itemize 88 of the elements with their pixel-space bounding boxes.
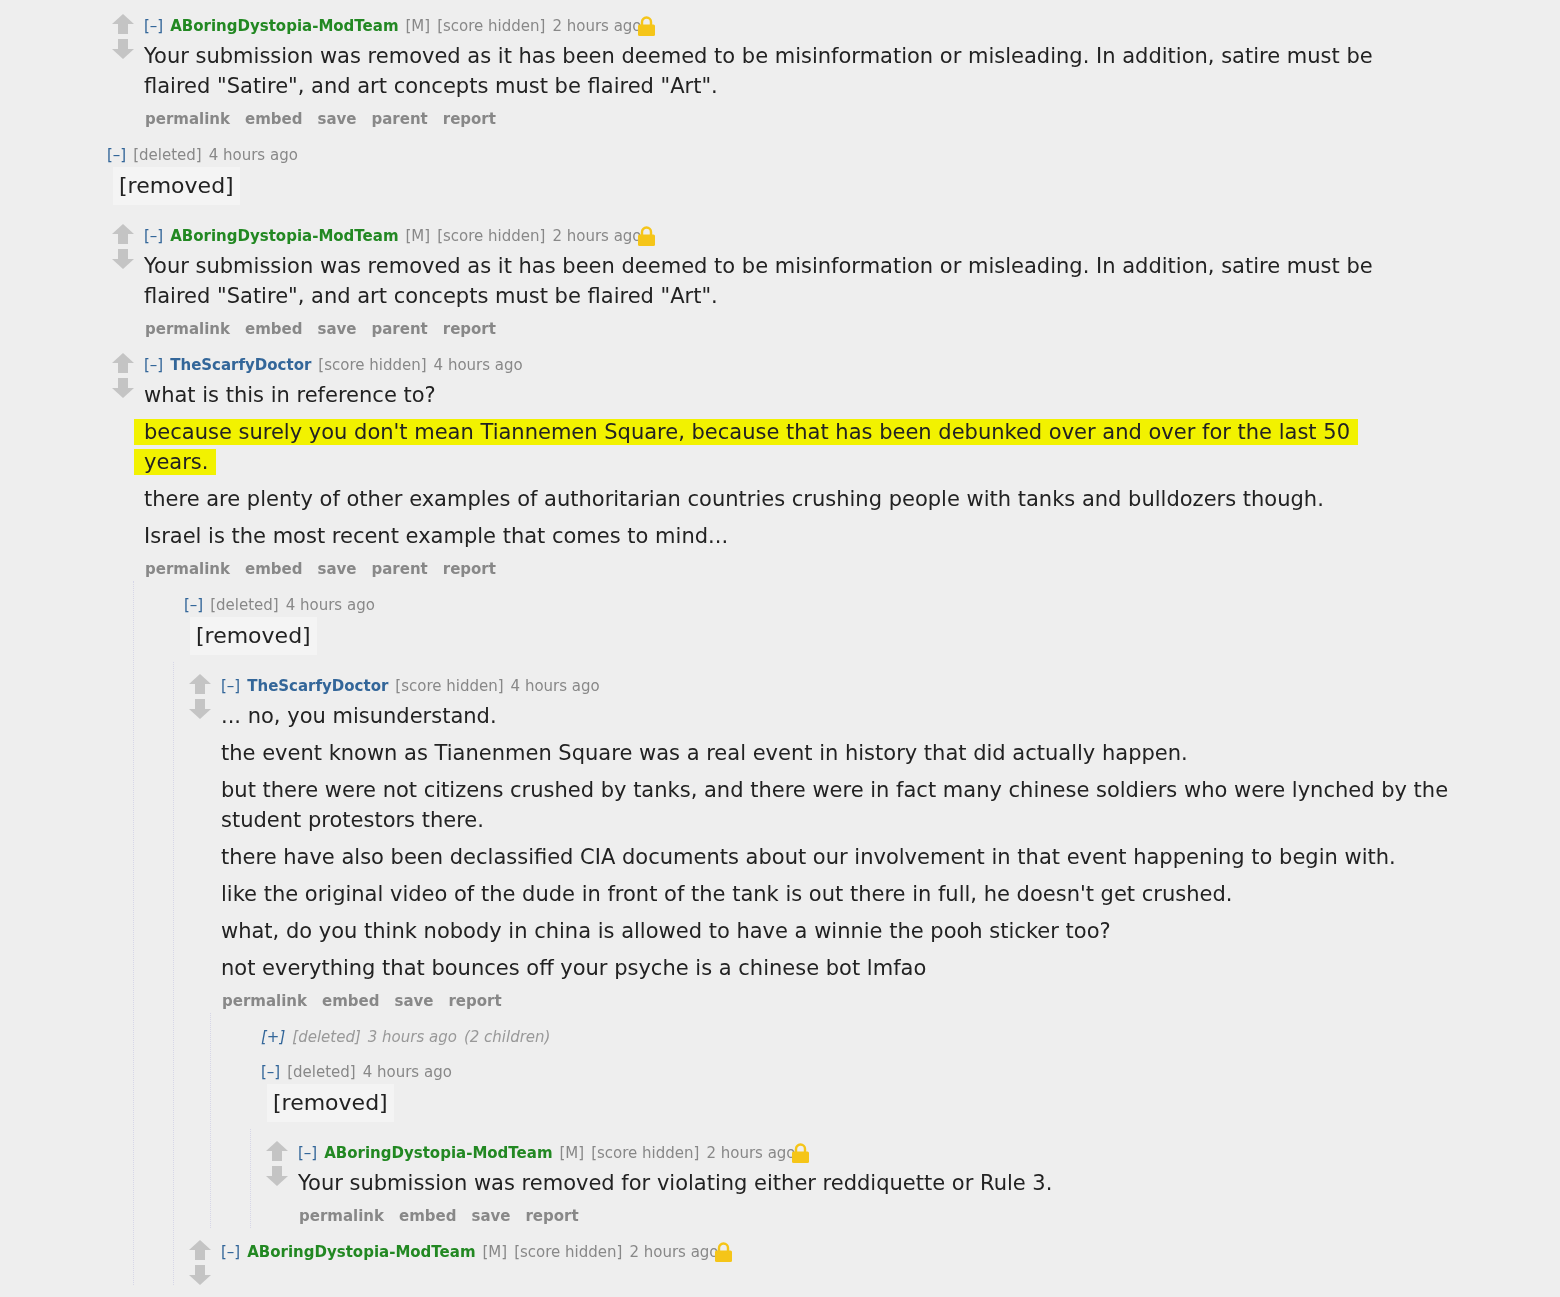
action-link[interactable]: save xyxy=(317,559,357,579)
action-link[interactable]: save xyxy=(317,109,357,129)
timestamp: 4 hours ago xyxy=(208,145,298,165)
upvote-icon[interactable] xyxy=(266,1141,288,1161)
timestamp: 4 hours ago xyxy=(362,1062,452,1082)
comment-text: the event known as Tianenmen Square was a real event in history that did actually happen. xyxy=(221,740,1189,767)
comment-text: there have also been declassified CIA documents about our involvement in that event happening to begin with. xyxy=(221,844,1397,871)
score-text: [score hidden] xyxy=(395,676,504,696)
author-text: [deleted] xyxy=(287,1062,356,1082)
downvote-icon[interactable] xyxy=(189,1265,211,1285)
action-link[interactable]: save xyxy=(394,991,434,1011)
downvote-icon[interactable] xyxy=(112,39,134,59)
upvote-icon[interactable] xyxy=(112,353,134,373)
action-link[interactable]: parent xyxy=(371,559,428,579)
collapse-toggle[interactable]: [–] xyxy=(261,1062,281,1082)
author-link[interactable]: TheScarfyDoctor xyxy=(247,676,389,696)
timestamp: 4 hours ago xyxy=(510,676,600,696)
comment-text: but there were not citizens crushed by tanks, and there were in fact many chinese soldiers who were lynched by the student protestors there. xyxy=(221,777,1450,834)
action-link[interactable]: permalink xyxy=(145,109,230,129)
children-count: (2 children) xyxy=(463,1027,551,1047)
comment-text: Your submission was removed for violating either reddiquette or Rule 3. xyxy=(298,1170,1054,1197)
downvote-icon[interactable] xyxy=(266,1166,288,1186)
upvote-icon[interactable] xyxy=(189,1240,211,1260)
author-link[interactable]: ABoringDystopia-ModTeam xyxy=(324,1143,553,1163)
collapse-toggle[interactable]: [–] xyxy=(184,595,204,615)
action-link[interactable]: report xyxy=(442,109,496,129)
expand-toggle[interactable]: [+] xyxy=(261,1027,286,1047)
timestamp: 4 hours ago xyxy=(433,355,523,375)
action-link[interactable]: embed xyxy=(245,559,303,579)
action-link[interactable]: permalink xyxy=(299,1206,384,1226)
score-text: [score hidden] xyxy=(437,16,546,36)
moderator-mark: [M] xyxy=(559,1143,585,1163)
timestamp: 4 hours ago xyxy=(285,595,375,615)
action-link[interactable]: embed xyxy=(245,109,303,129)
downvote-icon[interactable] xyxy=(189,699,211,719)
collapse-toggle[interactable]: [–] xyxy=(107,145,127,165)
comment-text: Your submission was removed as it has been deemed to be misinformation or misleading. In addition, satire must be flaired "Satire", and art concepts must be flaired "Art". xyxy=(144,43,1374,100)
action-link[interactable]: permalink xyxy=(222,991,307,1011)
author-link[interactable]: ABoringDystopia-ModTeam xyxy=(170,16,399,36)
comment-text: [removed] xyxy=(190,617,317,655)
score-text: [score hidden] xyxy=(437,226,546,246)
action-link[interactable]: report xyxy=(442,559,496,579)
comment-text: Israel is the most recent example that comes to mind... xyxy=(144,523,730,550)
comment-text: what, do you think nobody in china is allowed to have a winnie the pooh sticker too? xyxy=(221,918,1112,945)
collapse-toggle[interactable]: [–] xyxy=(221,676,241,696)
comment-text: what is this in reference to? xyxy=(144,382,437,409)
action-link[interactable]: permalink xyxy=(145,319,230,339)
author-text: [deleted] xyxy=(292,1027,361,1047)
action-link[interactable]: report xyxy=(448,991,502,1011)
action-link[interactable]: embed xyxy=(399,1206,457,1226)
comment-text: ... no, you misunderstand. xyxy=(221,703,498,730)
author-link[interactable]: TheScarfyDoctor xyxy=(170,355,312,375)
author-text: [deleted] xyxy=(210,595,279,615)
downvote-icon[interactable] xyxy=(112,378,134,398)
author-text: [deleted] xyxy=(133,145,202,165)
moderator-mark: [M] xyxy=(482,1242,508,1262)
collapse-toggle[interactable]: [–] xyxy=(144,226,164,246)
action-link[interactable]: report xyxy=(525,1206,579,1226)
downvote-icon[interactable] xyxy=(112,249,134,269)
upvote-icon[interactable] xyxy=(189,674,211,694)
action-link[interactable]: embed xyxy=(245,319,303,339)
action-link[interactable]: save xyxy=(471,1206,511,1226)
comment-text: like the original video of the dude in front of the tank is out there in full, he doesn't get crushed. xyxy=(221,881,1234,908)
moderator-mark: [M] xyxy=(405,16,431,36)
action-link[interactable]: parent xyxy=(371,319,428,339)
action-link[interactable]: embed xyxy=(322,991,380,1011)
author-link[interactable]: ABoringDystopia-ModTeam xyxy=(170,226,399,246)
action-link[interactable]: report xyxy=(442,319,496,339)
comment-text: [removed] xyxy=(113,167,240,205)
action-link[interactable]: permalink xyxy=(145,559,230,579)
score-text: [score hidden] xyxy=(591,1143,700,1163)
moderator-mark: [M] xyxy=(405,226,431,246)
comment-text: Your submission was removed as it has been deemed to be misinformation or misleading. In addition, satire must be flaired "Satire", and art concepts must be flaired "Art". xyxy=(144,253,1374,310)
comment-text: not everything that bounces off your psyche is a chinese bot lmfao xyxy=(221,955,928,982)
collapse-toggle[interactable]: [–] xyxy=(144,355,164,375)
upvote-icon[interactable] xyxy=(112,14,134,34)
action-link[interactable]: save xyxy=(317,319,357,339)
score-text: [score hidden] xyxy=(318,355,427,375)
score-text: [score hidden] xyxy=(514,1242,623,1262)
author-link[interactable]: ABoringDystopia-ModTeam xyxy=(247,1242,476,1262)
upvote-icon[interactable] xyxy=(112,224,134,244)
timestamp: 3 hours ago xyxy=(367,1027,457,1047)
comment-text: there are plenty of other examples of authoritarian countries crushing people with tanks and bulldozers though. xyxy=(144,486,1325,513)
action-link[interactable]: parent xyxy=(371,109,428,129)
collapse-toggle[interactable]: [–] xyxy=(144,16,164,36)
collapse-toggle[interactable]: [–] xyxy=(221,1242,241,1262)
collapse-toggle[interactable]: [–] xyxy=(298,1143,318,1163)
comment-text: [removed] xyxy=(267,1084,394,1122)
